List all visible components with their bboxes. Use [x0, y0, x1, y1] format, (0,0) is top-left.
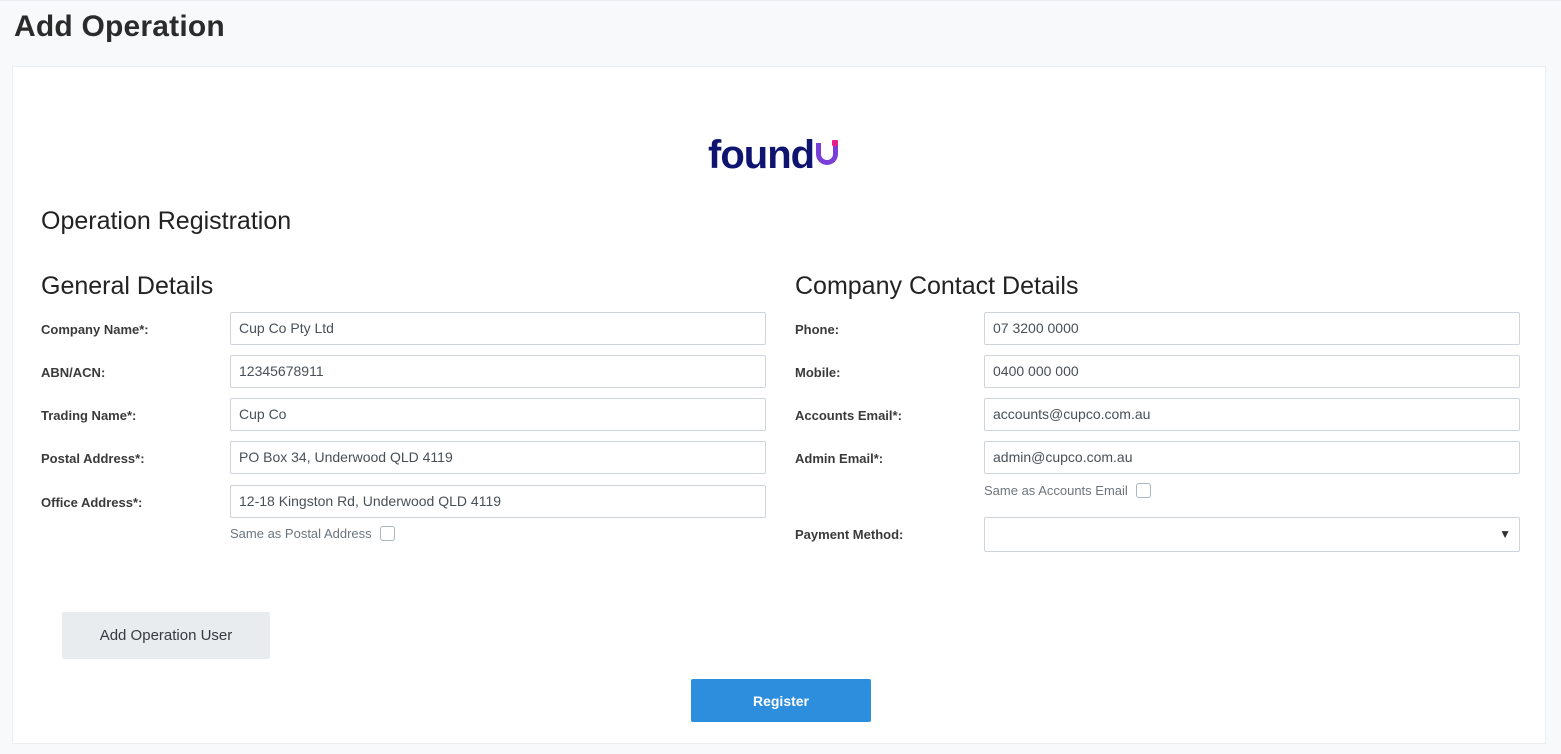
same-as-accounts-row: Same as Accounts Email [984, 483, 1151, 498]
add-operation-user-button[interactable]: Add Operation User [62, 612, 270, 659]
general-details-heading: General Details [41, 272, 214, 300]
same-as-accounts-checkbox[interactable] [1135, 483, 1151, 498]
phone-input[interactable]: 07 3200 0000 [984, 312, 1520, 345]
chevron-down-icon: ▼ [1499, 527, 1511, 541]
accounts-email-label: Accounts Email*: [795, 408, 902, 423]
abn-input[interactable]: 12345678911 [230, 355, 766, 388]
payment-method-select[interactable]: ▼ [984, 517, 1520, 552]
postal-address-input[interactable]: PO Box 34, Underwood QLD 4119 [230, 441, 766, 474]
register-button[interactable]: Register [691, 679, 871, 722]
same-as-accounts-label: Same as Accounts Email [984, 483, 1128, 498]
admin-email-input[interactable]: admin@cupco.com.au [984, 441, 1520, 474]
mobile-label: Mobile: [795, 365, 841, 380]
trading-name-input[interactable]: Cup Co [230, 398, 766, 431]
contact-details-heading: Company Contact Details [795, 272, 1079, 300]
company-name-label: Company Name*: [41, 322, 149, 337]
company-name-input[interactable]: Cup Co Pty Ltd [230, 312, 766, 345]
admin-email-label: Admin Email*: [795, 451, 884, 466]
phone-label: Phone: [795, 322, 840, 337]
logo-u-mark-icon [816, 140, 839, 168]
office-address-input[interactable]: 12-18 Kingston Rd, Underwood QLD 4119 [230, 485, 766, 518]
same-as-postal-checkbox[interactable] [379, 526, 395, 541]
office-address-label: Office Address*: [41, 495, 143, 510]
postal-address-label: Postal Address*: [41, 451, 145, 466]
same-as-postal-label: Same as Postal Address [230, 526, 372, 541]
trading-name-label: Trading Name*: [41, 408, 137, 423]
payment-method-label: Payment Method: [795, 527, 904, 542]
foundu-logo: found [708, 133, 868, 181]
abn-label: ABN/ACN: [41, 365, 106, 380]
same-as-postal-row: Same as Postal Address [230, 526, 395, 541]
logo-text: found [708, 133, 815, 177]
accounts-email-input[interactable]: accounts@cupco.com.au [984, 398, 1520, 431]
top-divider [0, 0, 1561, 1]
form-heading: Operation Registration [41, 207, 292, 235]
page-title: Add Operation [14, 10, 225, 43]
mobile-input[interactable]: 0400 000 000 [984, 355, 1520, 388]
registration-card: found Operation Registration General Det… [12, 66, 1546, 744]
